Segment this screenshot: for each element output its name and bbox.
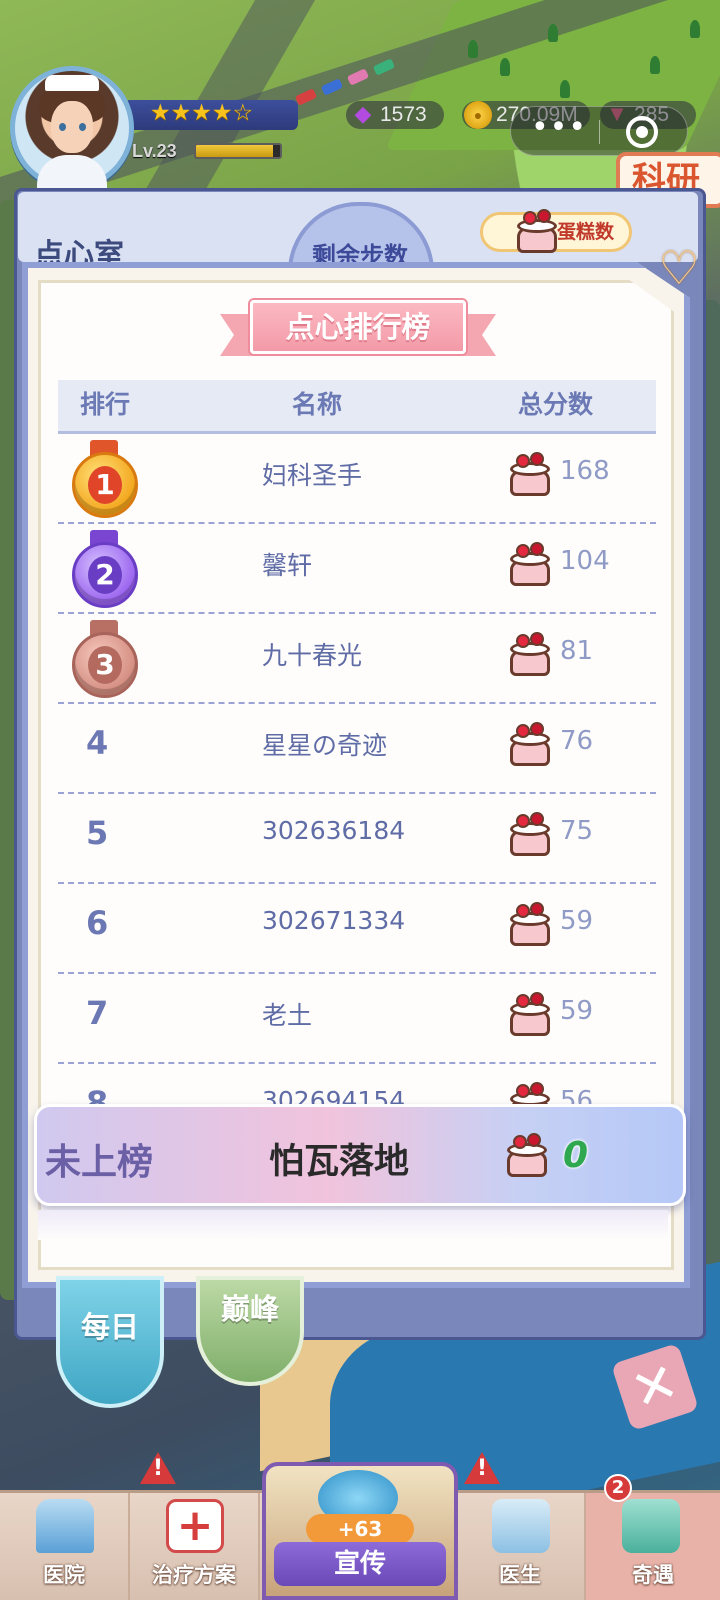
player-name: 馨轩 [262,551,313,580]
leaderboard-row: 3 九十春光 81 [58,614,656,704]
column-header-score: 总分数 [518,390,594,419]
avatar-face [51,101,93,153]
my-rank-row: 未上榜 怕瓦落地 0 [34,1104,686,1206]
leaderboard-title-ribbon: 点心排行榜 [220,300,496,362]
my-player-name: 怕瓦落地 [269,1142,410,1182]
doctor-certificate-icon [492,1499,550,1553]
tree [650,56,660,74]
rank-number: 2 [88,556,122,594]
player-score: 59 [560,906,594,936]
my-score: 0 [563,1135,589,1176]
hospital-icon [36,1499,94,1553]
cake-icon [506,902,554,952]
leaderboard-row: 5 302636184 75 [58,794,656,884]
player-name: 星星の奇迹 [262,731,388,760]
miniprogram-capsule: ••• [510,106,688,156]
dessert-room-title: 点心室 [34,238,124,264]
nav-events[interactable]: 奇遇 [586,1493,720,1600]
bronze-medal-icon: 3 [68,620,140,700]
player-score: 168 [560,456,610,486]
avatar-eye [59,123,66,131]
xp-progress-bar [194,143,282,159]
gem-counter[interactable]: ◆ 1573 [346,101,444,129]
first-aid-kit-icon [166,1499,224,1553]
panel-bottom-fade [38,1210,668,1240]
nav-treatment-label: 治疗方案 [152,1563,236,1587]
purple-medal-icon: 2 [68,530,140,610]
tree [690,20,700,38]
tab-daily[interactable]: 每日 [56,1276,164,1408]
gem-icon: ◆ [354,101,372,126]
cake-icon [506,542,554,592]
leaderboard-row: 4 星星の奇迹 76 [58,704,656,794]
cake-icon [506,992,554,1042]
tree [500,58,510,76]
tab-daily-label: 每日 [80,1310,139,1344]
nav-doctor[interactable]: 医生 [456,1493,586,1600]
rank-number: 6 [86,904,109,942]
rank-number: 4 [86,724,109,762]
column-header-rank: 排行 [80,390,131,419]
capsule-divider [599,120,600,144]
column-header-name: 名称 [292,390,343,419]
xp-progress-fill [196,145,274,157]
avatar-eye [79,123,86,131]
player-avatar[interactable] [10,66,134,195]
tab-peak[interactable]: 巅峰 [196,1276,304,1386]
player-score: 81 [560,636,594,666]
cake-icon [506,722,554,772]
close-miniprogram-button[interactable] [626,116,658,148]
nav-treatment[interactable]: 治疗方案 [130,1493,260,1600]
my-rank-label: 未上榜 [45,1142,154,1183]
nav-events-label: 奇遇 [632,1563,674,1587]
rank-number: 7 [86,994,109,1032]
nav-doctor-label: 医生 [499,1563,541,1587]
player-name: 妇科圣手 [262,461,363,490]
promote-bonus: +63 [306,1514,414,1544]
tab-peak-label: 巅峰 [220,1292,279,1326]
leaderboard-row: 7 老土 59 [58,974,656,1064]
tree [548,24,558,42]
nav-hospital-label: 医院 [43,1563,85,1587]
cake-icon [503,1133,551,1183]
player-name: 302671334 [262,906,406,935]
rank-number: 5 [86,814,109,852]
cake-icon [513,209,561,259]
player-score: 104 [560,546,610,576]
tree [560,80,570,98]
player-name: 302636184 [262,816,406,845]
star-rating: ★★★★☆ [150,100,254,126]
leaderboard-row: 1 妇科圣手 168 [58,434,656,524]
nurse-cap-icon [45,75,99,91]
cake-count-label: 蛋糕数 [557,221,615,243]
nav-promote-label: 宣传 [274,1542,446,1586]
more-menu-button[interactable]: ••• [529,111,589,151]
gold-medal-icon: 1 [68,440,140,520]
nav-hospital[interactable]: 医院 [0,1493,130,1600]
player-name: 老土 [262,1001,313,1030]
nav-promote[interactable]: +63 宣传 [262,1462,458,1600]
gem-value: 1573 [380,103,427,126]
player-score: 59 [560,996,594,1026]
cake-icon [506,452,554,502]
building-icon [622,1499,680,1553]
leaderboard-header: 排行 名称 总分数 [58,380,656,434]
cake-count-badge: 蛋糕数 [480,209,632,253]
rank-number: 1 [88,466,122,504]
leaderboard-row: 6 302671334 59 [58,884,656,974]
rank-number: 3 [88,646,122,684]
tree [468,40,478,58]
leaderboard-title: 点心排行榜 [250,300,466,354]
cake-icon [506,632,554,682]
player-score: 76 [560,726,594,756]
player-name: 九十春光 [262,641,363,670]
player-level: Lv.23 [132,141,177,161]
leaderboard-row: 2 馨轩 104 [58,524,656,614]
events-count-badge: 2 [604,1474,632,1502]
cake-icon [506,812,554,862]
coin-icon: ● [464,101,492,129]
player-score: 75 [560,816,594,846]
